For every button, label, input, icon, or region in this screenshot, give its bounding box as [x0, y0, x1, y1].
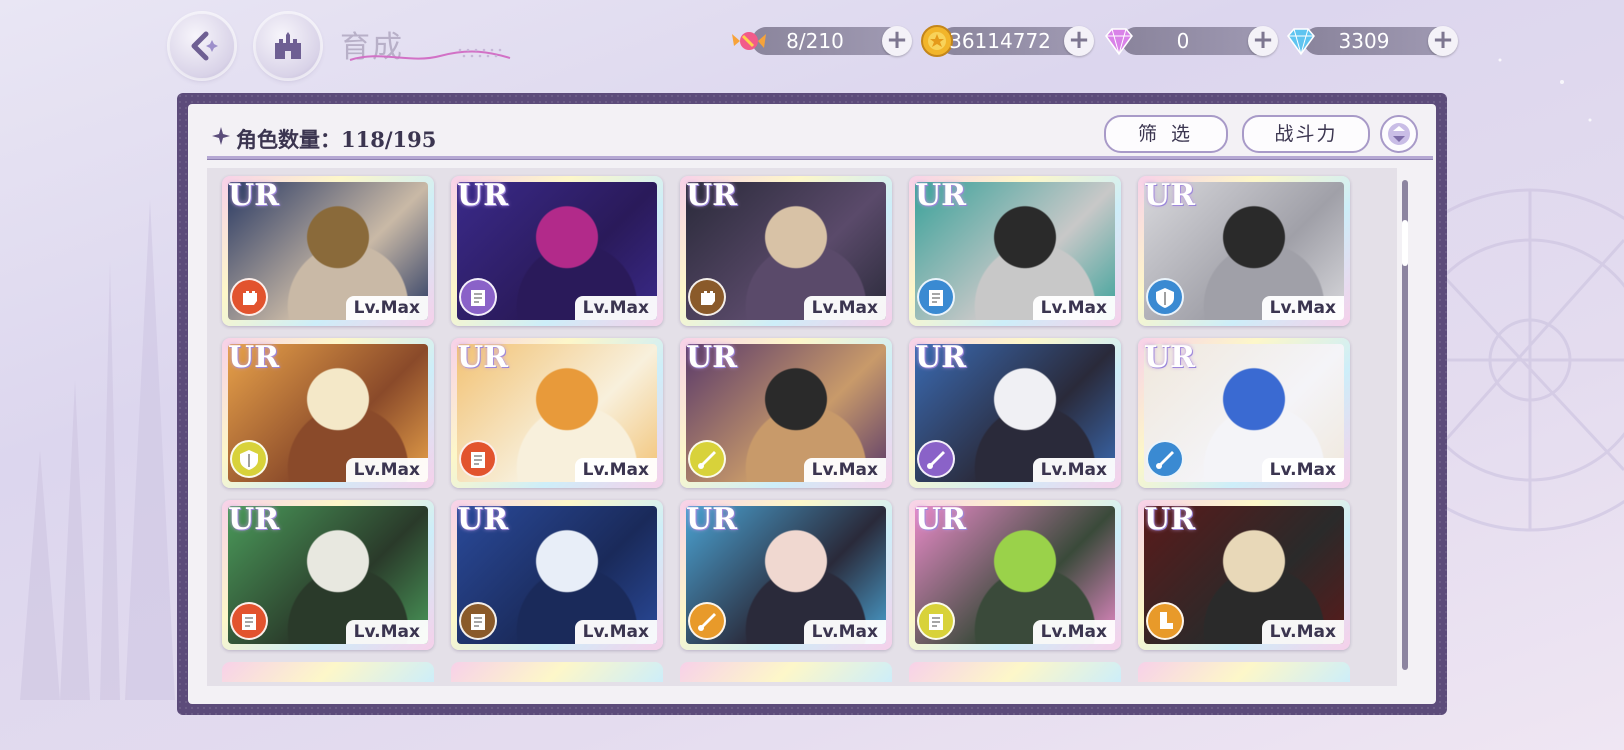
- shield-type-icon: [230, 440, 268, 478]
- level-label: Lv.Max: [1261, 620, 1344, 644]
- scrollbar-thumb[interactable]: [1402, 220, 1408, 266]
- level-label: Lv.Max: [345, 458, 428, 482]
- candy-add-button[interactable]: +: [882, 26, 912, 56]
- back-button[interactable]: [170, 14, 234, 78]
- level-label: Lv.Max: [345, 620, 428, 644]
- grid-scrollbar[interactable]: [1402, 180, 1408, 670]
- character-card[interactable]: UR Lv.Max: [680, 338, 892, 488]
- book-type-icon: [459, 278, 497, 316]
- coin-value: 36114772: [949, 29, 1051, 53]
- pink-gem-add-button[interactable]: +: [1248, 26, 1278, 56]
- character-card[interactable]: UR Lv.Max: [909, 338, 1121, 488]
- rarity-badge: UR: [915, 340, 967, 375]
- character-count: 角色数量：118/195: [236, 127, 437, 152]
- rarity-badge: UR: [686, 340, 738, 375]
- character-card[interactable]: UR Lv.Max: [451, 176, 663, 326]
- character-card[interactable]: UR Lv.Max: [909, 176, 1121, 326]
- resource-coin: 36114772 +: [921, 25, 1094, 57]
- book-type-icon: [230, 602, 268, 640]
- level-label: Lv.Max: [803, 458, 886, 482]
- rarity-badge: UR: [457, 178, 509, 213]
- level-label: Lv.Max: [1032, 296, 1115, 320]
- level-label: Lv.Max: [1261, 296, 1344, 320]
- rarity-badge: UR: [228, 178, 280, 213]
- castle-icon: [275, 32, 301, 59]
- home-button[interactable]: [256, 14, 320, 78]
- rarity-badge: UR: [686, 502, 738, 537]
- shield-type-icon: [1146, 278, 1184, 316]
- rarity-badge: UR: [1144, 178, 1196, 213]
- character-card-partial[interactable]: [451, 662, 663, 682]
- character-card-partial[interactable]: [1138, 662, 1350, 682]
- character-card[interactable]: UR Lv.Max: [222, 500, 434, 650]
- level-label: Lv.Max: [574, 620, 657, 644]
- character-card-partial[interactable]: [909, 662, 1121, 682]
- character-card[interactable]: UR Lv.Max: [1138, 338, 1350, 488]
- trumpet-type-icon: [688, 440, 726, 478]
- resource-diamond: 3309 +: [1287, 26, 1458, 56]
- character-card[interactable]: UR Lv.Max: [451, 338, 663, 488]
- character-card[interactable]: UR Lv.Max: [1138, 176, 1350, 326]
- back-arrow-icon: [191, 31, 218, 61]
- character-card[interactable]: UR Lv.Max: [451, 500, 663, 650]
- title-decoration: [349, 48, 511, 61]
- sort-order-toggle[interactable]: [1380, 115, 1418, 153]
- rarity-badge: UR: [228, 502, 280, 537]
- fist-type-icon: [230, 278, 268, 316]
- pink-gem-value: 0: [1176, 29, 1190, 53]
- diamond-add-button[interactable]: +: [1428, 26, 1458, 56]
- level-label: Lv.Max: [1032, 620, 1115, 644]
- rarity-badge: UR: [457, 502, 509, 537]
- fist-type-icon: [688, 278, 726, 316]
- character-card[interactable]: UR Lv.Max: [680, 500, 892, 650]
- book-type-icon: [459, 602, 497, 640]
- resource-candy: 8/210 +: [732, 26, 912, 56]
- level-label: Lv.Max: [574, 296, 657, 320]
- level-label: Lv.Max: [1032, 458, 1115, 482]
- rarity-badge: UR: [1144, 502, 1196, 537]
- level-label: Lv.Max: [803, 620, 886, 644]
- character-card[interactable]: UR Lv.Max: [222, 176, 434, 326]
- level-label: Lv.Max: [574, 458, 657, 482]
- character-grid: UR Lv.Max UR Lv.Max UR Lv.Max UR Lv.Max UR Lv.Max…: [207, 168, 1397, 686]
- character-card[interactable]: UR Lv.Max: [222, 338, 434, 488]
- trumpet-type-icon: [688, 602, 726, 640]
- character-card-partial[interactable]: [680, 662, 892, 682]
- rarity-badge: UR: [915, 178, 967, 213]
- character-card[interactable]: UR Lv.Max: [680, 176, 892, 326]
- rarity-badge: UR: [915, 502, 967, 537]
- trumpet-type-icon: [917, 440, 955, 478]
- character-card[interactable]: UR Lv.Max: [909, 500, 1121, 650]
- resource-pink-gem: 0 +: [1105, 26, 1278, 56]
- level-label: Lv.Max: [345, 296, 428, 320]
- trumpet-type-icon: [1146, 440, 1184, 478]
- filter-button[interactable]: 筛 选: [1104, 115, 1228, 153]
- sort-by-power-button[interactable]: 战斗力: [1242, 115, 1370, 153]
- character-card-partial[interactable]: [222, 662, 434, 682]
- book-type-icon: [917, 278, 955, 316]
- level-label: Lv.Max: [803, 296, 886, 320]
- candy-value: 8/210: [786, 29, 844, 53]
- diamond-value: 3309: [1338, 29, 1390, 53]
- rarity-badge: UR: [686, 178, 738, 213]
- rarity-badge: UR: [228, 340, 280, 375]
- sort-order-icon: [1388, 123, 1410, 145]
- boot-type-icon: [1146, 602, 1184, 640]
- coin-add-button[interactable]: +: [1064, 26, 1094, 56]
- sparkle-icon: [212, 127, 230, 145]
- rarity-badge: UR: [1144, 340, 1196, 375]
- book-type-icon: [917, 602, 955, 640]
- level-label: Lv.Max: [1261, 458, 1344, 482]
- header-divider: [207, 156, 1433, 160]
- book-type-icon: [459, 440, 497, 478]
- rarity-badge: UR: [457, 340, 509, 375]
- character-card[interactable]: UR Lv.Max: [1138, 500, 1350, 650]
